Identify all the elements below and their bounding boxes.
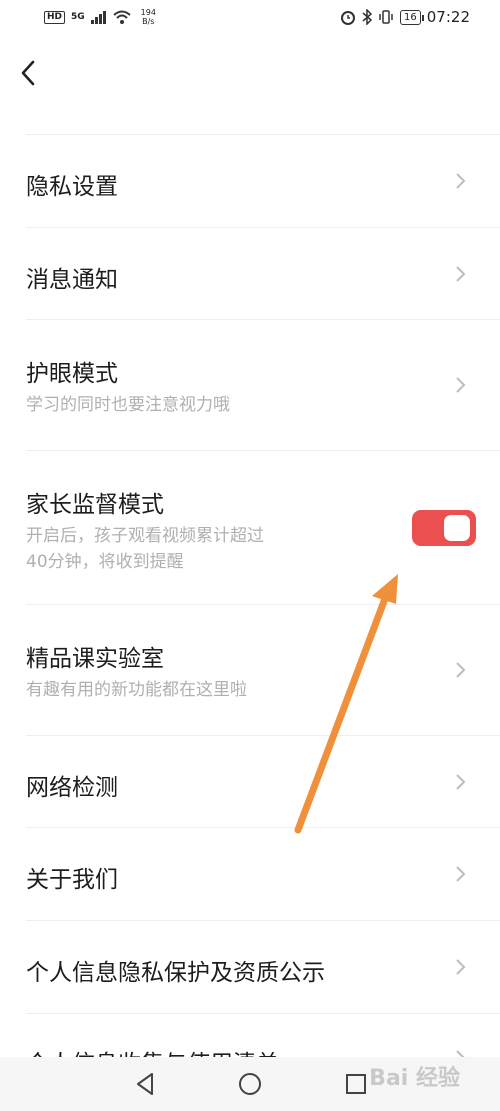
setting-parental-supervision: 家长监督模式 开启后，孩子观看视频累计超过 40分钟，将收到提醒 (26, 450, 500, 604)
speed-value: 194 (140, 8, 156, 17)
status-right: 16 07:22 (340, 8, 470, 26)
setting-privacy[interactable]: 隐私设置 (26, 134, 500, 227)
back-icon (21, 60, 35, 86)
settings-list: 隐私设置 消息通知 护眼模式 学习的同时也要注意视力哦 家长监督模式 开启后，孩… (0, 134, 500, 1073)
toggle-knob (444, 514, 470, 541)
setting-privacy-disclosure[interactable]: 个人信息隐私保护及资质公示 (26, 920, 500, 1013)
parental-supervision-toggle[interactable] (412, 509, 476, 546)
setting-eye-protection[interactable]: 护眼模式 学习的同时也要注意视力哦 (26, 319, 500, 450)
signal-icon (90, 11, 106, 24)
bluetooth-icon (362, 9, 373, 25)
setting-subtitle: 学习的同时也要注意视力哦 (26, 395, 230, 415)
status-left: HD 5G 194 B/s (44, 8, 156, 26)
setting-premium-lab[interactable]: 精品课实验室 有趣有用的新功能都在这里啦 (26, 604, 500, 735)
chevron-right-icon (456, 265, 466, 282)
setting-subtitle: 有趣有用的新功能都在这里啦 (26, 680, 247, 700)
chevron-right-icon (456, 959, 466, 975)
back-triangle-icon[interactable] (130, 1069, 160, 1099)
status-bar: HD 5G 194 B/s 16 07:22 (0, 0, 500, 36)
setting-title: 护眼模式 (26, 361, 118, 387)
setting-title: 消息通知 (26, 267, 118, 293)
battery-icon: 16 (400, 9, 424, 25)
setting-title: 家长监督模式 (26, 492, 164, 518)
chevron-right-icon (456, 662, 466, 678)
wifi-icon (113, 10, 131, 24)
chevron-right-icon (456, 173, 466, 189)
setting-network-check[interactable]: 网络检测 (26, 735, 500, 827)
setting-subtitle: 开启后，孩子观看视频累计超过 40分钟，将收到提醒 (26, 523, 264, 575)
recents-square-icon[interactable] (341, 1069, 371, 1099)
network-speed: 194 B/s (141, 8, 156, 26)
back-button[interactable] (18, 56, 48, 90)
setting-subtitle-line1: 开启后，孩子观看视频累计超过 (26, 526, 264, 546)
home-circle-icon[interactable] (235, 1069, 265, 1099)
signal-label: 5G (71, 12, 85, 22)
setting-title: 网络检测 (26, 775, 118, 801)
chevron-right-icon (456, 773, 466, 790)
chevron-right-icon (456, 377, 466, 393)
setting-notifications[interactable]: 消息通知 (26, 227, 500, 319)
setting-title: 精品课实验室 (26, 646, 164, 672)
hd-badge: HD (44, 10, 66, 24)
setting-title: 关于我们 (26, 867, 118, 893)
setting-subtitle-line2: 40分钟，将收到提醒 (26, 552, 184, 572)
setting-title: 个人信息隐私保护及资质公示 (26, 960, 325, 986)
vibrate-icon (379, 10, 393, 24)
baidu-watermark: Bai 经验 (369, 1066, 460, 1091)
setting-title: 隐私设置 (26, 174, 118, 200)
chevron-right-icon (456, 866, 466, 882)
setting-about-us[interactable]: 关于我们 (26, 827, 500, 920)
status-time: 07:22 (426, 8, 470, 26)
speed-unit: B/s (142, 17, 155, 26)
alarm-icon (341, 11, 356, 25)
